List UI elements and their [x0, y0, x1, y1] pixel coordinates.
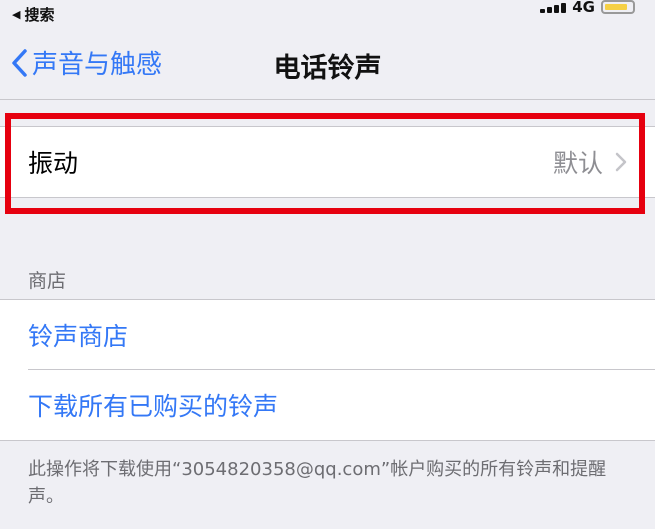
status-back-app-label: 搜索	[24, 6, 55, 24]
status-indicators: 4G	[540, 0, 635, 16]
vibration-value-text: 默认	[552, 149, 603, 178]
nav-divider	[0, 99, 655, 100]
ringtone-store-cell[interactable]: 铃声商店	[0, 300, 655, 370]
status-back-to-app[interactable]: ◀ 搜索	[12, 4, 54, 25]
ringtone-store-label: 铃声商店	[28, 322, 129, 351]
download-purchased-ringtones-cell[interactable]: 下载所有已购买的铃声	[0, 370, 655, 440]
battery-icon	[601, 0, 635, 14]
store-footer-note: 此操作将下载使用“3054820358@qq.com”帐户购买的所有铃声和提醒声…	[28, 459, 607, 507]
store-group: 铃声商店 下载所有已购买的铃声	[0, 299, 655, 441]
vibration-label: 振动	[28, 149, 79, 178]
status-bar: ◀ 搜索 4G	[0, 0, 655, 30]
chevron-right-icon	[615, 152, 627, 172]
vibration-cell[interactable]: 振动 默认	[0, 127, 655, 197]
back-triangle-icon: ◀	[12, 8, 21, 21]
download-purchased-ringtones-label: 下载所有已购买的铃声	[28, 392, 279, 421]
cellular-signal-icon	[540, 1, 567, 13]
navigation-bar: 声音与触感 电话铃声	[0, 30, 655, 100]
page-title: 电话铃声	[273, 53, 382, 84]
network-type: 4G	[572, 0, 595, 16]
vibration-value: 默认	[553, 144, 627, 180]
vibration-group: 振动 默认	[0, 126, 655, 198]
store-section-header: 商店	[28, 270, 67, 292]
